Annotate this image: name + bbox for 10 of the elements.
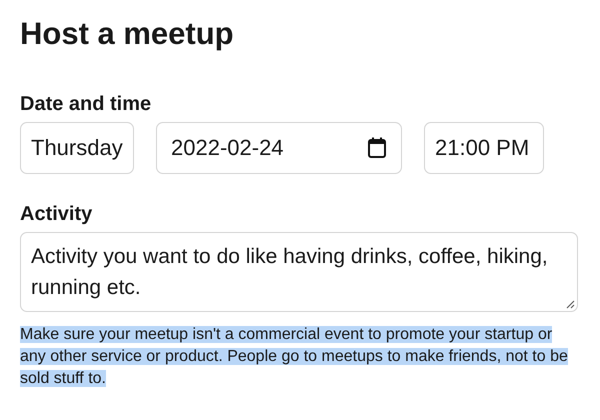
time-field[interactable]: 21:00 PM — [424, 122, 544, 174]
date-field[interactable]: 2022-02-24 — [156, 122, 402, 174]
activity-field[interactable]: Activity you want to do like having drinks, coffee, hiking, running etc. — [20, 232, 578, 312]
field-label: Date and time — [20, 92, 152, 116]
field-label: Activity — [20, 202, 94, 226]
resize-grip-icon[interactable] — [566, 300, 575, 309]
note-text: Make sure your meetup isn't a commercial event to promote your startup or any other service or product. People go to meetups to make friends, not to be sold stuff to. — [20, 325, 569, 389]
page-title: Host a meetup — [20, 15, 235, 53]
calendar-icon[interactable] — [367, 137, 387, 159]
day-field[interactable]: Thursday — [20, 122, 134, 174]
